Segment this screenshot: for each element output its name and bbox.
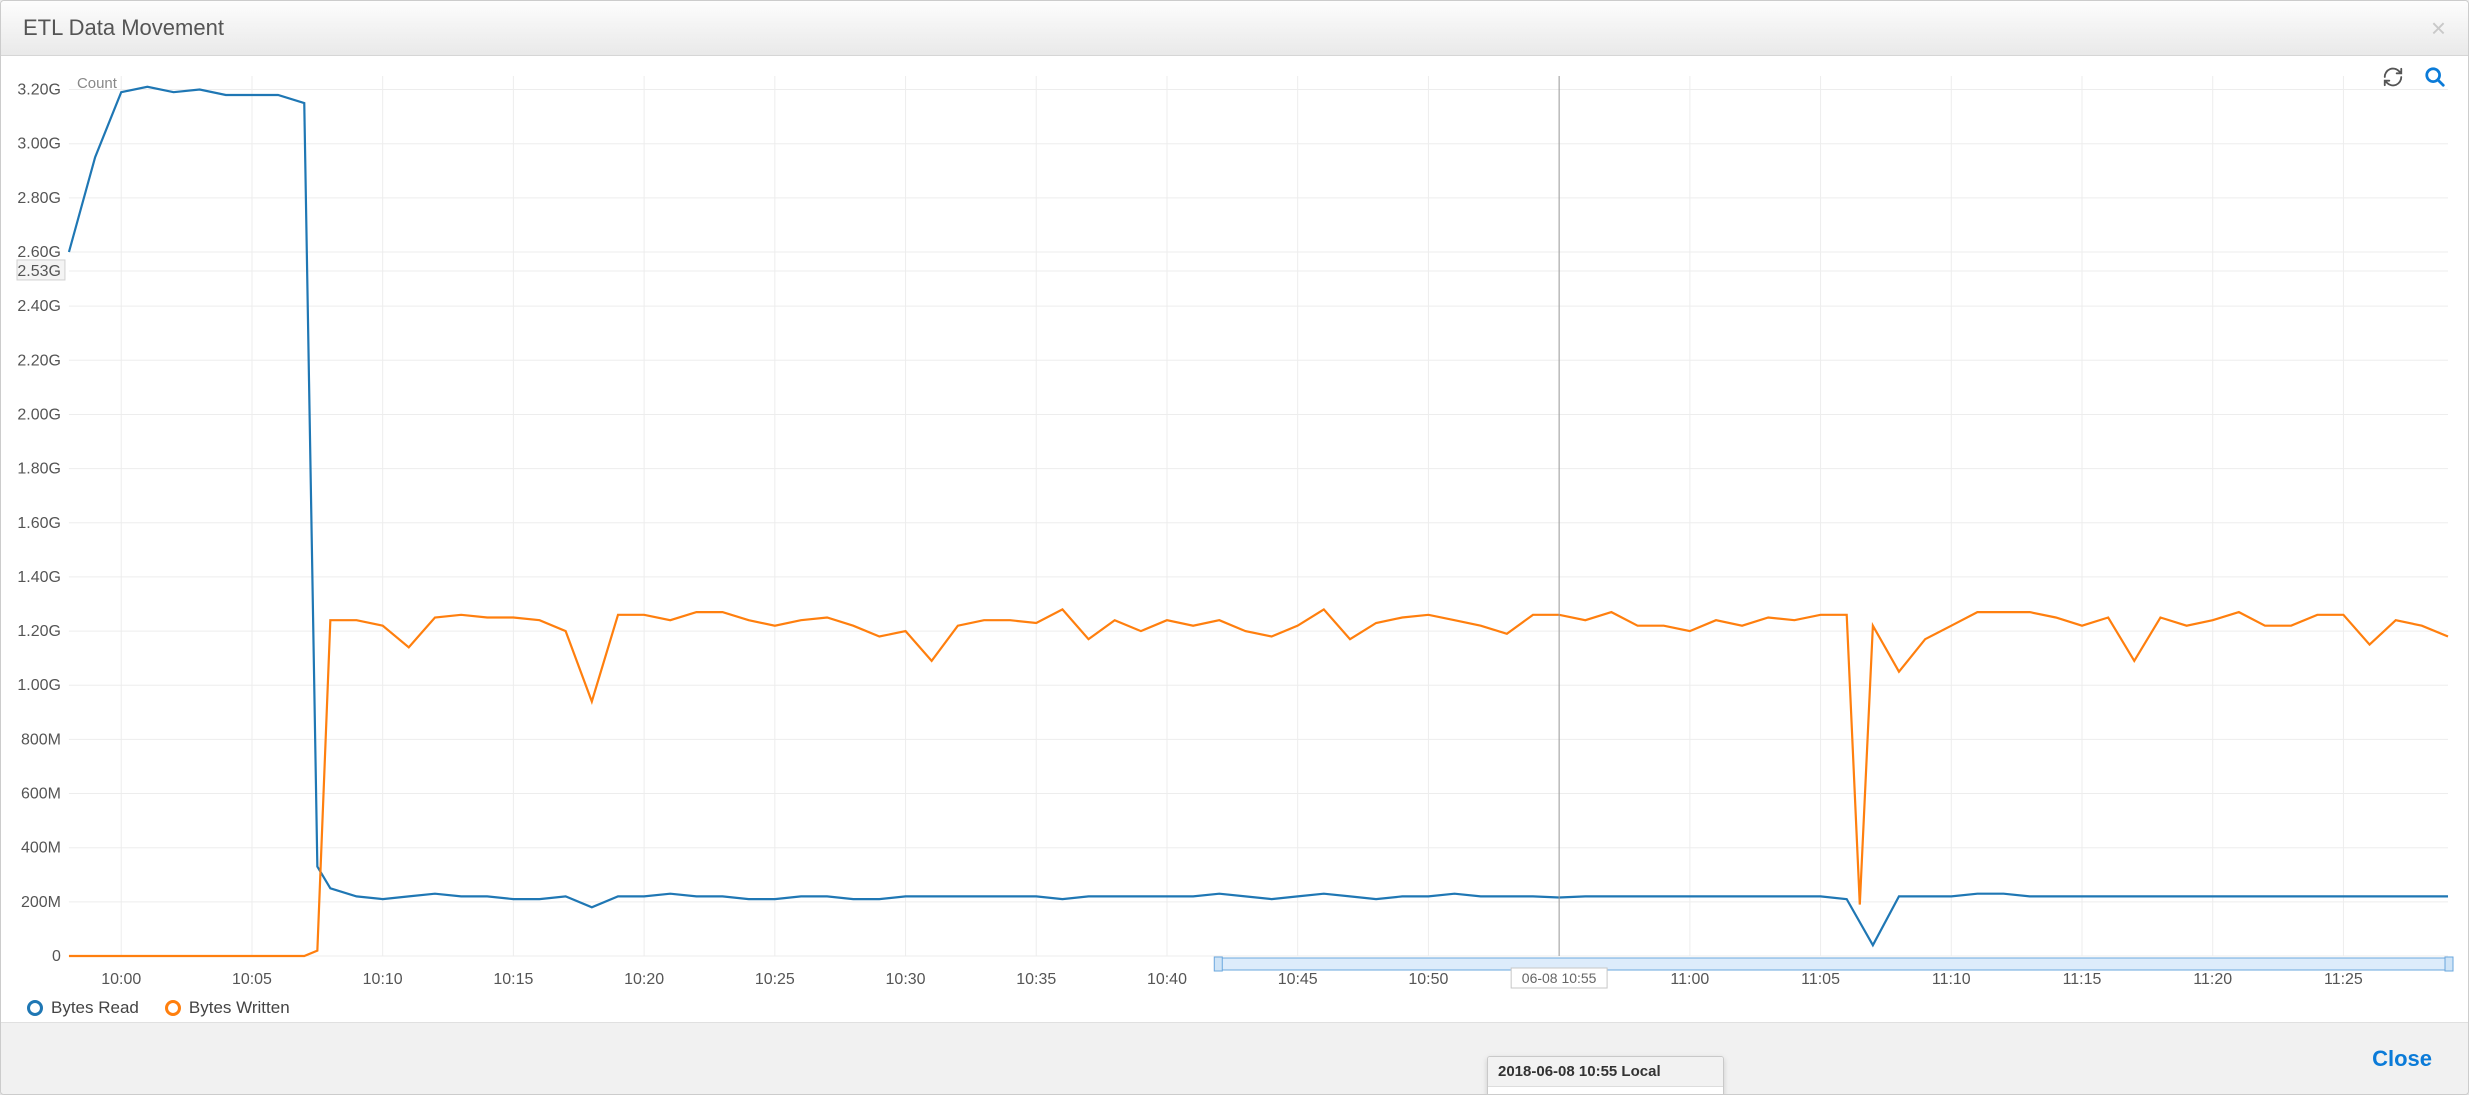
modal-title: ETL Data Movement [23,15,2431,41]
svg-text:10:15: 10:15 [493,971,533,988]
svg-text:06-08 10:55: 06-08 10:55 [1522,970,1597,986]
svg-text:1.20G: 1.20G [17,623,61,640]
svg-text:1.00G: 1.00G [17,677,61,694]
chart-canvas[interactable]: 0 200M 400M 600M 800M 1.00G 1.20G 1.40G 1.60G 1.8… [9,64,2460,1022]
legend-label: Bytes Written [189,998,290,1018]
legend: Bytes Read Bytes Written [27,992,290,1024]
svg-text:10:30: 10:30 [886,971,926,988]
svg-text:2.40G: 2.40G [17,298,61,315]
tooltip-header: 2018-06-08 10:55 Local [1488,1057,1723,1087]
hover-tooltip: 2018-06-08 10:55 Local 1.Bytes Written1.… [1487,1056,1724,1095]
chart-modal: ETL Data Movement × 0 200M 400M 600M 800M 1.0… [0,0,2469,1095]
legend-item-bytes-read[interactable]: Bytes Read [27,992,139,1024]
svg-text:10:40: 10:40 [1147,971,1187,988]
svg-text:10:05: 10:05 [232,971,272,988]
svg-text:1.80G: 1.80G [17,461,61,478]
range-selector[interactable] [1219,958,2448,970]
legend-label: Bytes Read [51,998,139,1018]
svg-text:11:05: 11:05 [1801,971,1840,988]
modal-header: ETL Data Movement × [1,1,2468,56]
svg-text:2.53G: 2.53G [17,263,61,280]
svg-text:11:25: 11:25 [2324,971,2363,988]
svg-text:200M: 200M [21,894,61,911]
svg-text:1.40G: 1.40G [17,569,61,586]
close-icon[interactable]: × [2431,13,2446,44]
modal-body: 0 200M 400M 600M 800M 1.00G 1.20G 1.40G 1.60G 1.8… [1,56,2468,1022]
svg-text:11:00: 11:00 [1670,971,1709,988]
modal-footer: Close [1,1022,2468,1095]
svg-text:10:25: 10:25 [755,971,795,988]
svg-text:1.60G: 1.60G [17,515,61,532]
legend-dot-icon [27,1000,43,1016]
svg-text:800M: 800M [21,731,61,748]
svg-text:11:10: 11:10 [1932,971,1971,988]
range-handle-left[interactable] [1214,957,1222,971]
close-button[interactable]: Close [2372,1046,2432,1072]
svg-text:400M: 400M [21,840,61,857]
svg-text:10:20: 10:20 [624,971,664,988]
svg-text:2.00G: 2.00G [17,406,61,423]
svg-text:2.80G: 2.80G [17,190,61,207]
svg-text:2.20G: 2.20G [17,352,61,369]
svg-text:10:10: 10:10 [363,971,403,988]
svg-text:11:20: 11:20 [2193,971,2232,988]
svg-text:10:45: 10:45 [1278,971,1318,988]
svg-text:3.20G: 3.20G [17,82,61,99]
range-handle-right[interactable] [2445,957,2453,971]
svg-text:Count: Count [77,75,118,92]
svg-text:10:50: 10:50 [1408,971,1448,988]
svg-text:600M: 600M [21,786,61,803]
svg-text:10:35: 10:35 [1016,971,1056,988]
svg-text:0: 0 [52,948,61,965]
svg-text:2.60G: 2.60G [17,244,61,261]
svg-text:11:15: 11:15 [2063,971,2102,988]
svg-text:3.00G: 3.00G [17,136,61,153]
svg-text:10:00: 10:00 [101,971,141,988]
legend-dot-icon [165,1000,181,1016]
legend-item-bytes-written[interactable]: Bytes Written [165,992,290,1024]
tooltip-row: 1.Bytes Written1.26G [1488,1087,1723,1095]
